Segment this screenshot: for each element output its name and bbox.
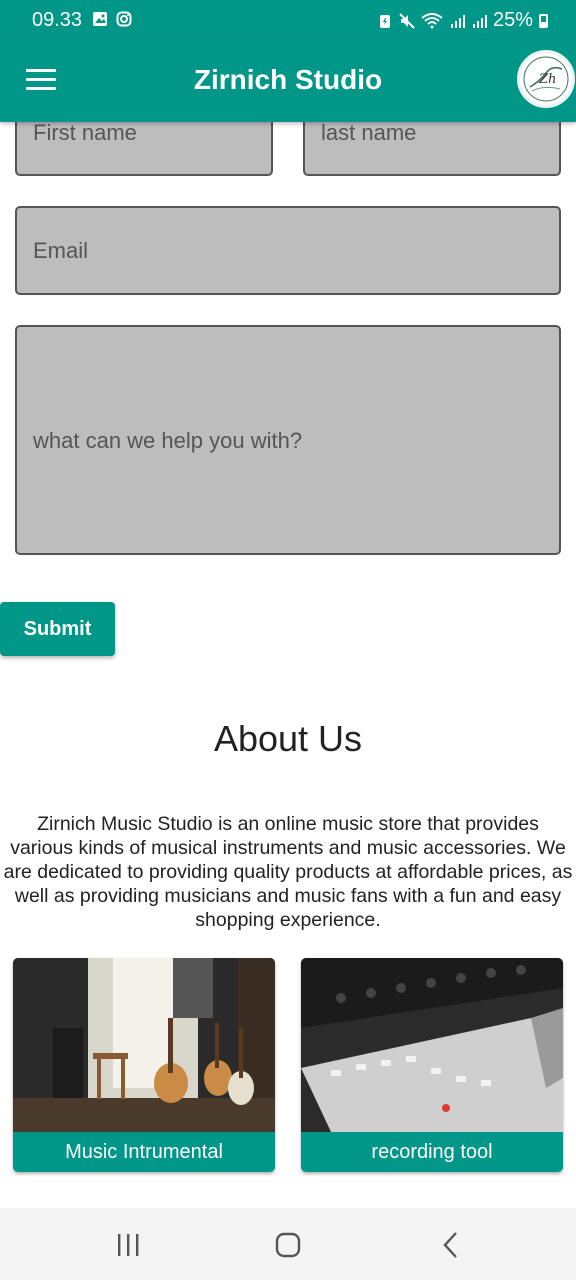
signal-icon [472, 14, 487, 28]
status-left-icons [92, 11, 132, 27]
battery-icon [539, 13, 548, 28]
email-placeholder: Email [33, 238, 89, 263]
status-time: 09.33 [32, 9, 83, 31]
wifi-icon [421, 12, 443, 28]
about-text: Zirnich Music Studio is an online music … [3, 813, 573, 931]
email-field[interactable]: Email [15, 206, 561, 295]
instagram-icon [116, 11, 132, 27]
home-icon[interactable] [268, 1230, 308, 1260]
app-bar: Zirnich Studio Zh [0, 40, 576, 122]
submit-button[interactable]: Submit [0, 602, 115, 656]
image-icon [93, 12, 107, 26]
status-bar: 09.33 25% [0, 0, 576, 40]
app-title: Zirnich Studio [193, 64, 383, 95]
recent-apps-icon[interactable] [108, 1230, 148, 1260]
battery-saver-icon [379, 14, 390, 28]
category-label: recording tool [371, 1141, 493, 1163]
status-right-icons: 25% [377, 9, 548, 32]
svg-text:Zh: Zh [538, 72, 556, 87]
signal-icon [450, 14, 465, 28]
message-placeholder: what can we help you with? [33, 428, 303, 453]
category-card-recording[interactable]: recording tool [301, 958, 563, 1172]
first-name-placeholder: First name [33, 120, 137, 145]
mute-icon [399, 12, 415, 29]
last-name-placeholder: last name [321, 120, 417, 145]
category-card-instruments[interactable]: Music Intrumental [13, 958, 275, 1172]
recording-photo [301, 958, 563, 1132]
logo-icon: Zh [523, 56, 569, 102]
message-field[interactable]: what can we help you with? [15, 325, 561, 555]
back-icon[interactable] [432, 1230, 472, 1260]
instruments-photo [13, 958, 275, 1132]
category-label: Music Intrumental [65, 1141, 223, 1163]
battery-percent: 25% [492, 9, 533, 31]
system-nav-bar [0, 1208, 576, 1280]
about-title: About Us [213, 718, 363, 759]
studio-logo[interactable]: Zh [517, 50, 575, 108]
